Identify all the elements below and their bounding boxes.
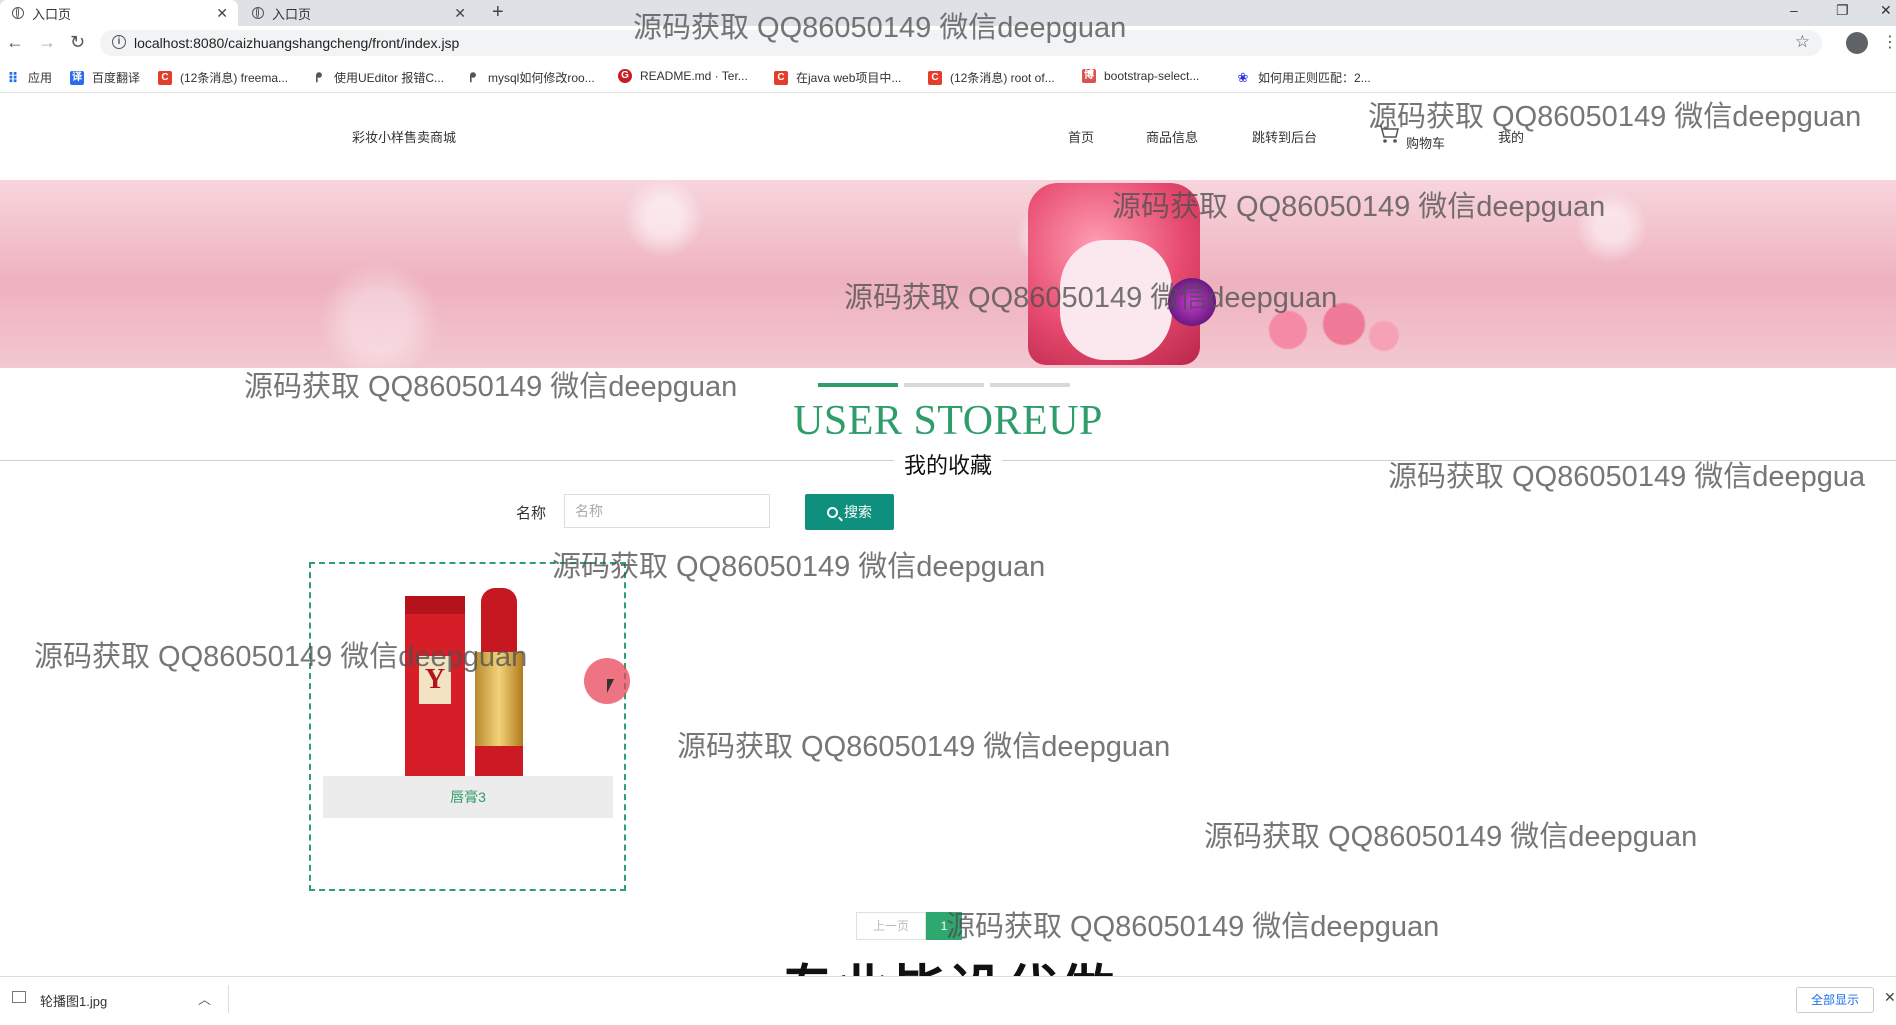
section-title-en: USER STOREUP — [793, 398, 1103, 444]
bookmark-gitee[interactable]: G README.md · Ter... — [618, 69, 748, 83]
forward-arrow-icon[interactable]: → — [38, 32, 56, 53]
browser-toolbar: ← → ↻ i localhost:8080/caizhuangshangche… — [0, 26, 1896, 60]
cart-icon[interactable] — [1376, 124, 1400, 144]
bookmarks-bar: ⠿ 应用 译 百度翻译 C (12条消息) freema... ᖰ 使用UEdi… — [0, 60, 1896, 93]
bookmark-csdn-3[interactable]: C (12条消息) root of... — [928, 69, 1055, 86]
nav-cart[interactable]: 购物车 — [1406, 133, 1445, 152]
baidu-paw-icon: ❀ — [1237, 69, 1249, 85]
bookmark-label: mysql如何修改roo... — [488, 71, 595, 85]
search-button-label: 搜索 — [844, 504, 872, 520]
page-number-current[interactable]: 1 — [926, 912, 962, 940]
gitee-icon: G — [618, 69, 632, 83]
info-icon[interactable]: i — [112, 35, 126, 49]
bookmark-label: 在java web项目中... — [796, 71, 902, 85]
search-label: 名称 — [516, 505, 547, 522]
bookmark-label: (12条消息) freema... — [180, 71, 289, 85]
url-text[interactable]: localhost:8080/caizhuangshangcheng/front… — [134, 35, 459, 51]
baidu-translate-icon: 译 — [70, 70, 84, 85]
bookmark-label: README.md · Ter... — [640, 69, 748, 83]
bookmark-label: (12条消息) root of... — [950, 71, 1055, 85]
show-all-button[interactable]: 全部显示 — [1796, 987, 1874, 1013]
watermark-text: 源码获取 QQ86050149 微信deepguan — [1204, 821, 1698, 853]
globe-icon — [252, 7, 264, 19]
download-file-name[interactable]: 轮播图1.jpg — [40, 991, 107, 1010]
carousel-dot[interactable] — [990, 383, 1070, 387]
site-title[interactable]: 彩妆小样售卖商城 — [352, 127, 456, 146]
prev-page-button[interactable]: 上一页 — [856, 912, 926, 940]
close-tab-icon[interactable]: ✕ — [216, 5, 228, 22]
browser-menu-icon[interactable]: ⋮ — [1882, 32, 1896, 52]
search-button[interactable]: 搜索 — [805, 494, 894, 530]
browser-tab-active[interactable]: 入口页 ✕ — [0, 0, 238, 26]
reload-icon[interactable]: ↻ — [70, 32, 85, 53]
watermark-text: 源码获取 QQ86050149 微信deepguan — [677, 731, 1171, 763]
section-title-cn: 我的收藏 — [893, 453, 1002, 478]
download-bar: 轮播图1.jpg ︿ 全部显示 ✕ — [0, 976, 1896, 1021]
lipstick-tube-base — [475, 746, 523, 776]
product-name[interactable]: 唇膏3 — [323, 776, 613, 818]
carousel-dot[interactable] — [904, 383, 984, 387]
tab-title: 入口页 — [32, 6, 72, 22]
lipstick-bullet — [481, 588, 517, 654]
watermark-text: 源码获取 QQ86050149 微信deepguan — [946, 911, 1440, 943]
nav-products[interactable]: 商品信息 — [1146, 127, 1198, 146]
close-icon[interactable]: ✕ — [1884, 989, 1896, 1006]
back-arrow-icon[interactable]: ← — [6, 32, 24, 53]
lipstick-case: Y — [405, 596, 465, 776]
image-file-icon — [12, 991, 26, 1003]
csdn-icon: C — [158, 70, 172, 85]
csdn-icon: C — [928, 70, 942, 85]
lipstick-case-band — [405, 596, 465, 614]
nav-mine[interactable]: 我的 — [1498, 127, 1524, 146]
mouse-cursor-icon — [607, 679, 614, 693]
mysql-icon: ᖰ — [469, 69, 477, 85]
bookmark-mysql[interactable]: ᖰ mysql如何修改roo... — [466, 69, 595, 86]
bookmark-ueditor[interactable]: ᖰ 使用UEditor 报错C... — [312, 69, 444, 86]
bookmark-label: bootstrap-select... — [1104, 69, 1200, 83]
bookmark-star-icon[interactable]: ☆ — [1795, 32, 1810, 52]
globe-icon — [12, 7, 24, 19]
address-bar[interactable]: i localhost:8080/caizhuangshangcheng/fro… — [100, 30, 1822, 56]
bookmark-label: 百度翻译 — [92, 71, 141, 85]
bookmark-label: 如何用正则匹配：2... — [1258, 71, 1371, 85]
browser-tab-bar: 入口页 ✕ 入口页 ✕ + – ❐ ✕ — [0, 0, 1896, 26]
flower-image — [1168, 278, 1216, 326]
chevron-up-icon[interactable]: ︿ — [198, 989, 211, 1008]
new-tab-button[interactable]: + — [492, 1, 504, 24]
close-tab-icon[interactable]: ✕ — [454, 5, 466, 22]
bookmark-apps[interactable]: ⠿ 应用 — [6, 69, 52, 86]
minimize-window-button[interactable]: – — [1790, 2, 1798, 18]
bookmark-regex[interactable]: ❀ 如何用正则匹配：2... — [1236, 69, 1371, 86]
apps-grid-icon: ⠿ — [7, 69, 19, 86]
csdn-icon: C — [774, 70, 788, 85]
search-input[interactable] — [564, 494, 770, 528]
search-icon — [827, 506, 838, 518]
carousel-banner[interactable] — [0, 180, 1896, 368]
product-card[interactable]: Y 唇膏3 — [309, 562, 626, 891]
bookmark-csdn-2[interactable]: C 在java web项目中... — [774, 69, 901, 86]
bookmark-csdn-1[interactable]: C (12条消息) freema... — [158, 69, 288, 86]
bookmark-label: 使用UEditor 报错C... — [334, 71, 445, 85]
close-window-button[interactable]: ✕ — [1880, 2, 1892, 19]
cnblogs-icon: 博 — [1082, 69, 1096, 83]
carousel-dot-active[interactable] — [818, 383, 898, 387]
ueditor-icon: ᖰ — [315, 69, 323, 85]
download-divider — [228, 985, 229, 1013]
tab-title: 入口页 — [272, 6, 312, 22]
nav-home[interactable]: 首页 — [1068, 127, 1094, 146]
bookmark-label: 应用 — [28, 71, 53, 85]
restore-window-button[interactable]: ❐ — [1836, 2, 1849, 19]
browser-tab[interactable]: 入口页 ✕ — [240, 0, 476, 26]
profile-avatar-icon[interactable] — [1846, 32, 1868, 54]
roses-image — [1240, 300, 1400, 360]
ysl-logo-icon: Y — [419, 656, 451, 704]
bookmark-baidu-translate[interactable]: 译 百度翻译 — [70, 69, 140, 86]
watermark-text: 源码获取 QQ86050149 微信deepguan — [1368, 101, 1862, 133]
bookmark-cnblogs[interactable]: 博 bootstrap-select... — [1082, 69, 1199, 83]
jar-label-image — [1060, 240, 1172, 360]
product-image[interactable]: Y — [323, 576, 613, 776]
section-title-cn-wrap: 我的收藏 — [0, 448, 1896, 480]
nav-admin[interactable]: 跳转到后台 — [1252, 127, 1317, 146]
